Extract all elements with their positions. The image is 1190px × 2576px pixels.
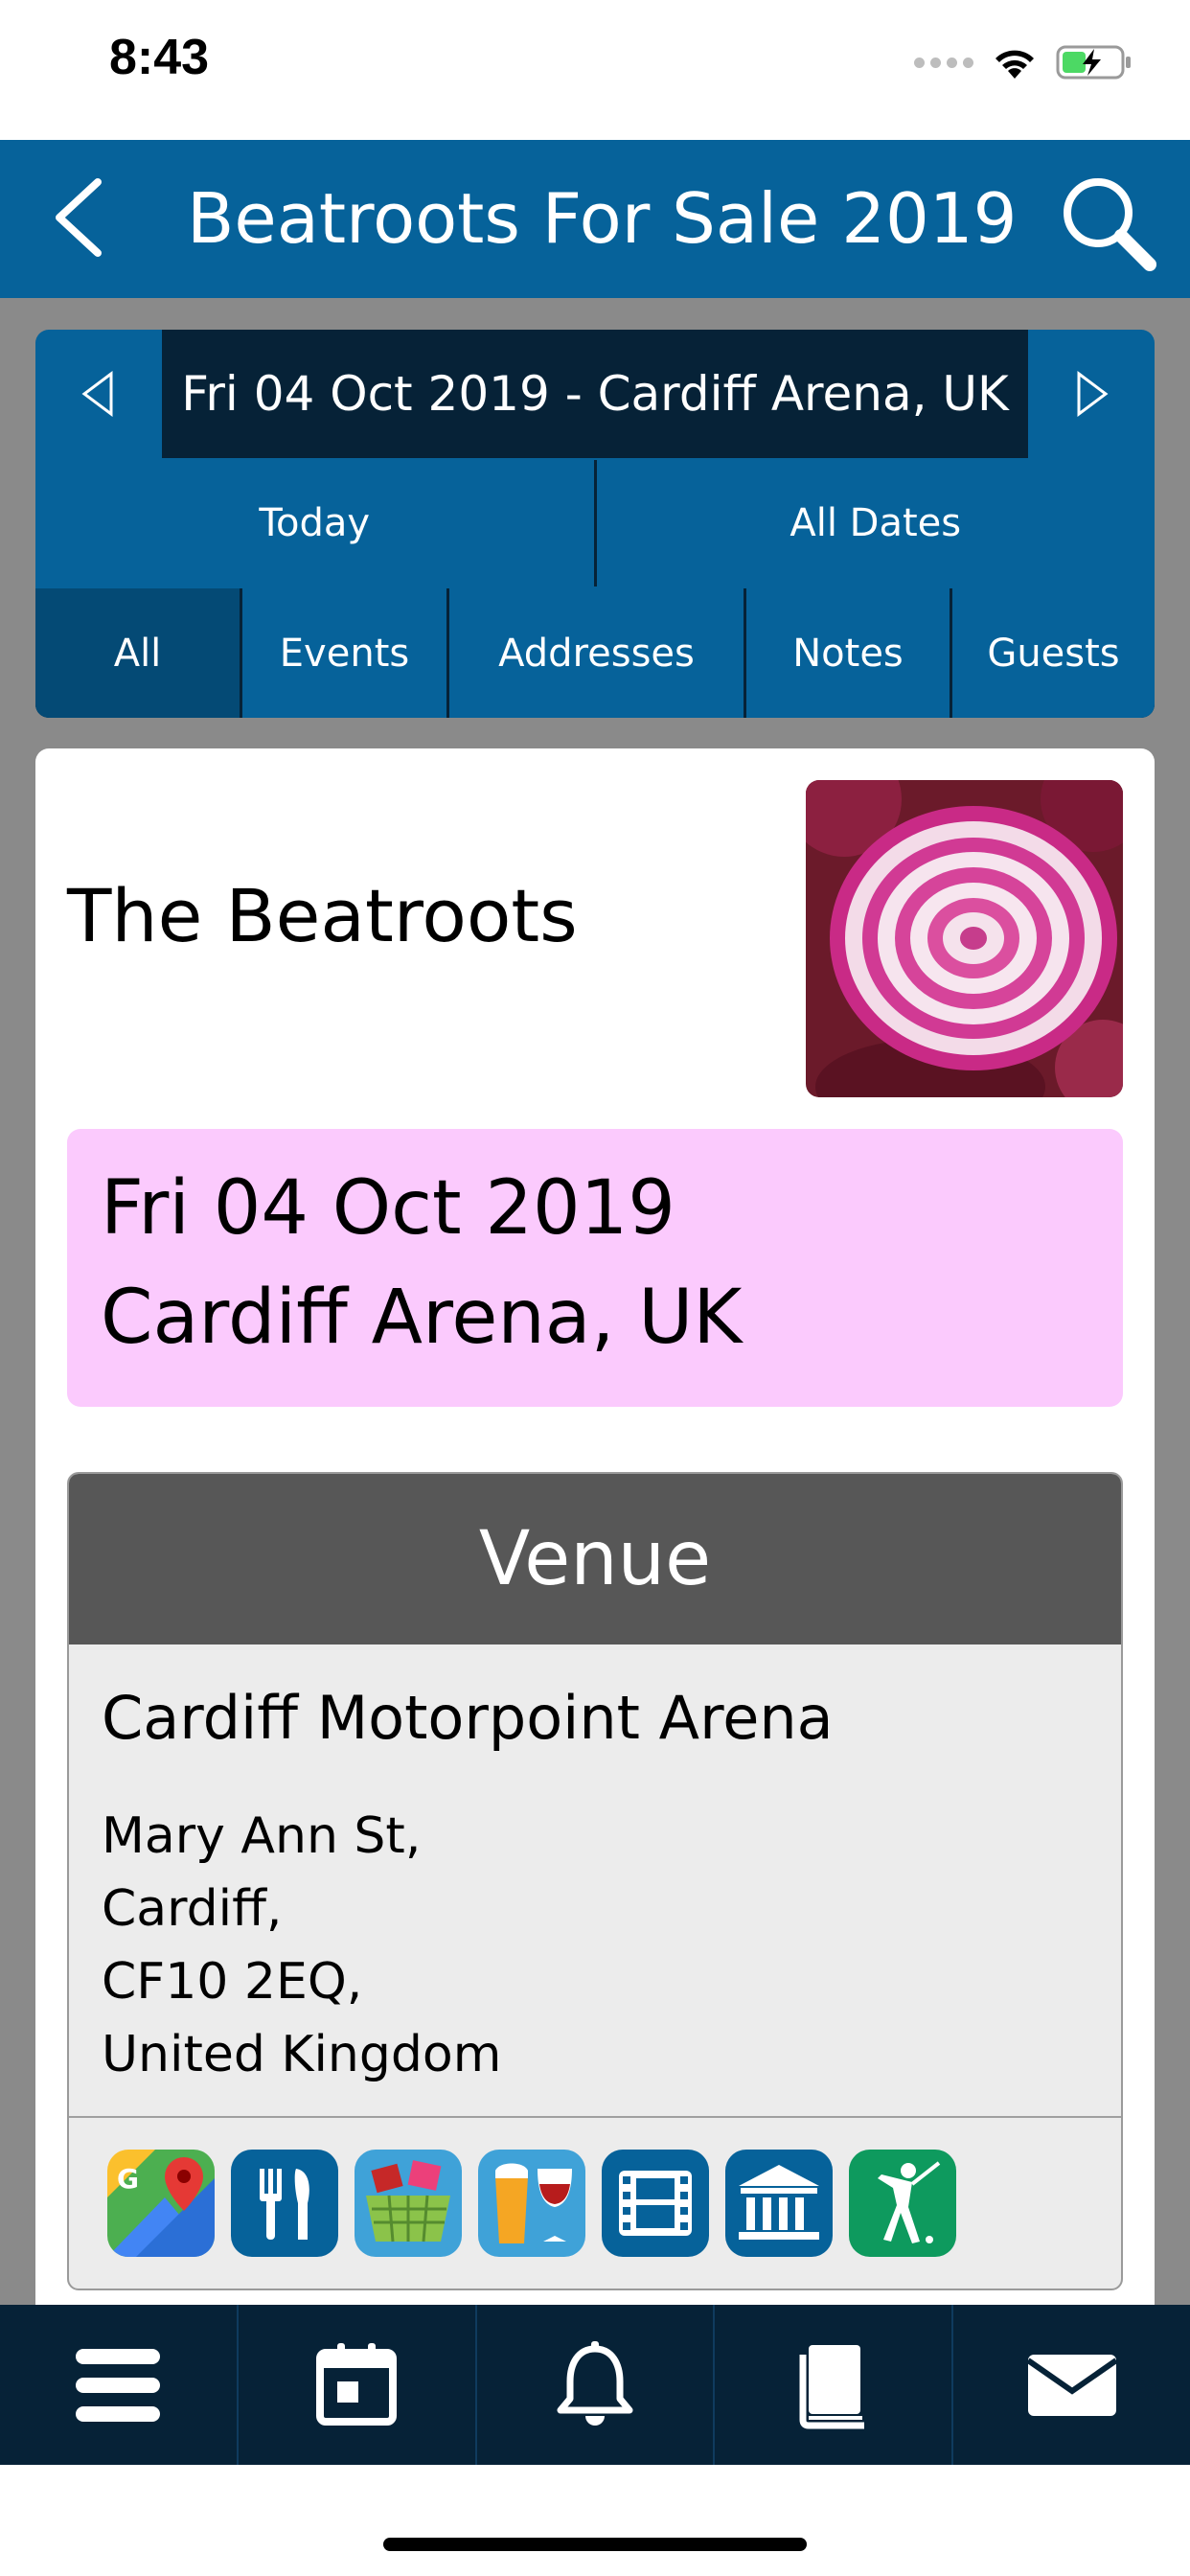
tab-mail[interactable]	[953, 2305, 1190, 2465]
date-selector: Fri 04 Oct 2019 - Cardiff Arena, UK	[35, 330, 1155, 458]
venue-nearby-icons: G	[107, 2150, 956, 2257]
search-icon	[1064, 178, 1156, 271]
home-indicator[interactable]	[383, 2538, 807, 2551]
status-bar: 8:43	[0, 0, 1190, 140]
google-maps-icon[interactable]: G	[107, 2150, 215, 2257]
wifi-icon	[995, 50, 1034, 79]
band-name: The Beatroots	[67, 873, 578, 958]
previous-date-button[interactable]	[35, 330, 160, 458]
event-card: The Beatroots Fri 04 Oct 2019 Cardiff Ar…	[35, 748, 1155, 2305]
filter-tab-events[interactable]: Events	[242, 588, 446, 718]
event-date-box: Fri 04 Oct 2019 Cardiff Arena, UK	[67, 1129, 1123, 1407]
band-photo	[806, 780, 1123, 1097]
beetroot-image	[806, 780, 1123, 1097]
address-line: United Kingdom	[102, 2026, 502, 2083]
filter-tabs: All Events Addresses Notes Guests	[35, 588, 1155, 718]
film-icon[interactable]	[602, 2150, 709, 2257]
today-button[interactable]: Today	[35, 460, 594, 586]
chevron-left-icon	[56, 178, 102, 257]
next-date-button[interactable]	[1030, 330, 1155, 458]
venue-address: Mary Ann St, Cardiff, CF10 2EQ, United K…	[102, 1800, 501, 2091]
venue-name: Cardiff Motorpoint Arena	[102, 1683, 834, 1753]
cellular-signal-icon	[914, 57, 973, 68]
tab-notifications[interactable]	[477, 2305, 716, 2465]
status-time: 8:43	[109, 30, 210, 85]
content-area: Fri 04 Oct 2019 - Cardiff Arena, UK Toda…	[0, 298, 1190, 2305]
page-title: Beatroots For Sale 2019	[187, 178, 1018, 259]
tab-book[interactable]	[715, 2305, 954, 2465]
current-date-label[interactable]: Fri 04 Oct 2019 - Cardiff Arena, UK	[162, 330, 1028, 458]
calendar-icon	[316, 2342, 398, 2426]
golf-icon[interactable]	[849, 2150, 956, 2257]
shopping-basket-icon[interactable]	[355, 2150, 462, 2257]
bottom-tab-bar	[0, 2305, 1190, 2465]
filter-tab-notes[interactable]: Notes	[746, 588, 950, 718]
all-dates-button[interactable]: All Dates	[596, 460, 1155, 586]
address-line: Cardiff,	[102, 1880, 283, 1938]
date-navigation-panel: Fri 04 Oct 2019 - Cardiff Arena, UK Toda…	[35, 330, 1155, 718]
menu-icon	[76, 2348, 161, 2422]
svg-text:G: G	[117, 2163, 139, 2195]
triangle-right-icon	[1077, 371, 1109, 417]
mail-icon	[1025, 2354, 1118, 2416]
event-location: Cardiff Arena, UK	[101, 1275, 743, 1361]
divider	[69, 2116, 1121, 2118]
back-button[interactable]	[38, 174, 125, 261]
drinks-icon[interactable]	[478, 2150, 585, 2257]
tab-menu[interactable]	[0, 2305, 239, 2465]
status-indicators	[914, 38, 1133, 86]
date-range-buttons: Today All Dates	[35, 460, 1155, 586]
book-icon	[799, 2344, 864, 2428]
battery-icon	[1056, 45, 1131, 80]
event-date: Fri 04 Oct 2019	[101, 1165, 675, 1252]
filter-tab-addresses[interactable]: Addresses	[449, 588, 744, 718]
tab-calendar[interactable]	[239, 2305, 477, 2465]
filter-tab-guests[interactable]: Guests	[952, 588, 1155, 718]
venue-panel: Venue Cardiff Motorpoint Arena Mary Ann …	[67, 1472, 1123, 2290]
bell-icon	[557, 2340, 633, 2426]
venue-header: Venue	[69, 1474, 1121, 1644]
museum-icon[interactable]	[725, 2150, 833, 2257]
address-line: CF10 2EQ,	[102, 1953, 363, 2011]
address-line: Mary Ann St,	[102, 1807, 422, 1865]
search-button[interactable]	[1054, 169, 1159, 274]
filter-tab-all[interactable]: All	[35, 588, 240, 718]
triangle-left-icon	[81, 371, 113, 417]
app-header: Beatroots For Sale 2019	[0, 140, 1190, 298]
restaurant-icon[interactable]	[231, 2150, 338, 2257]
